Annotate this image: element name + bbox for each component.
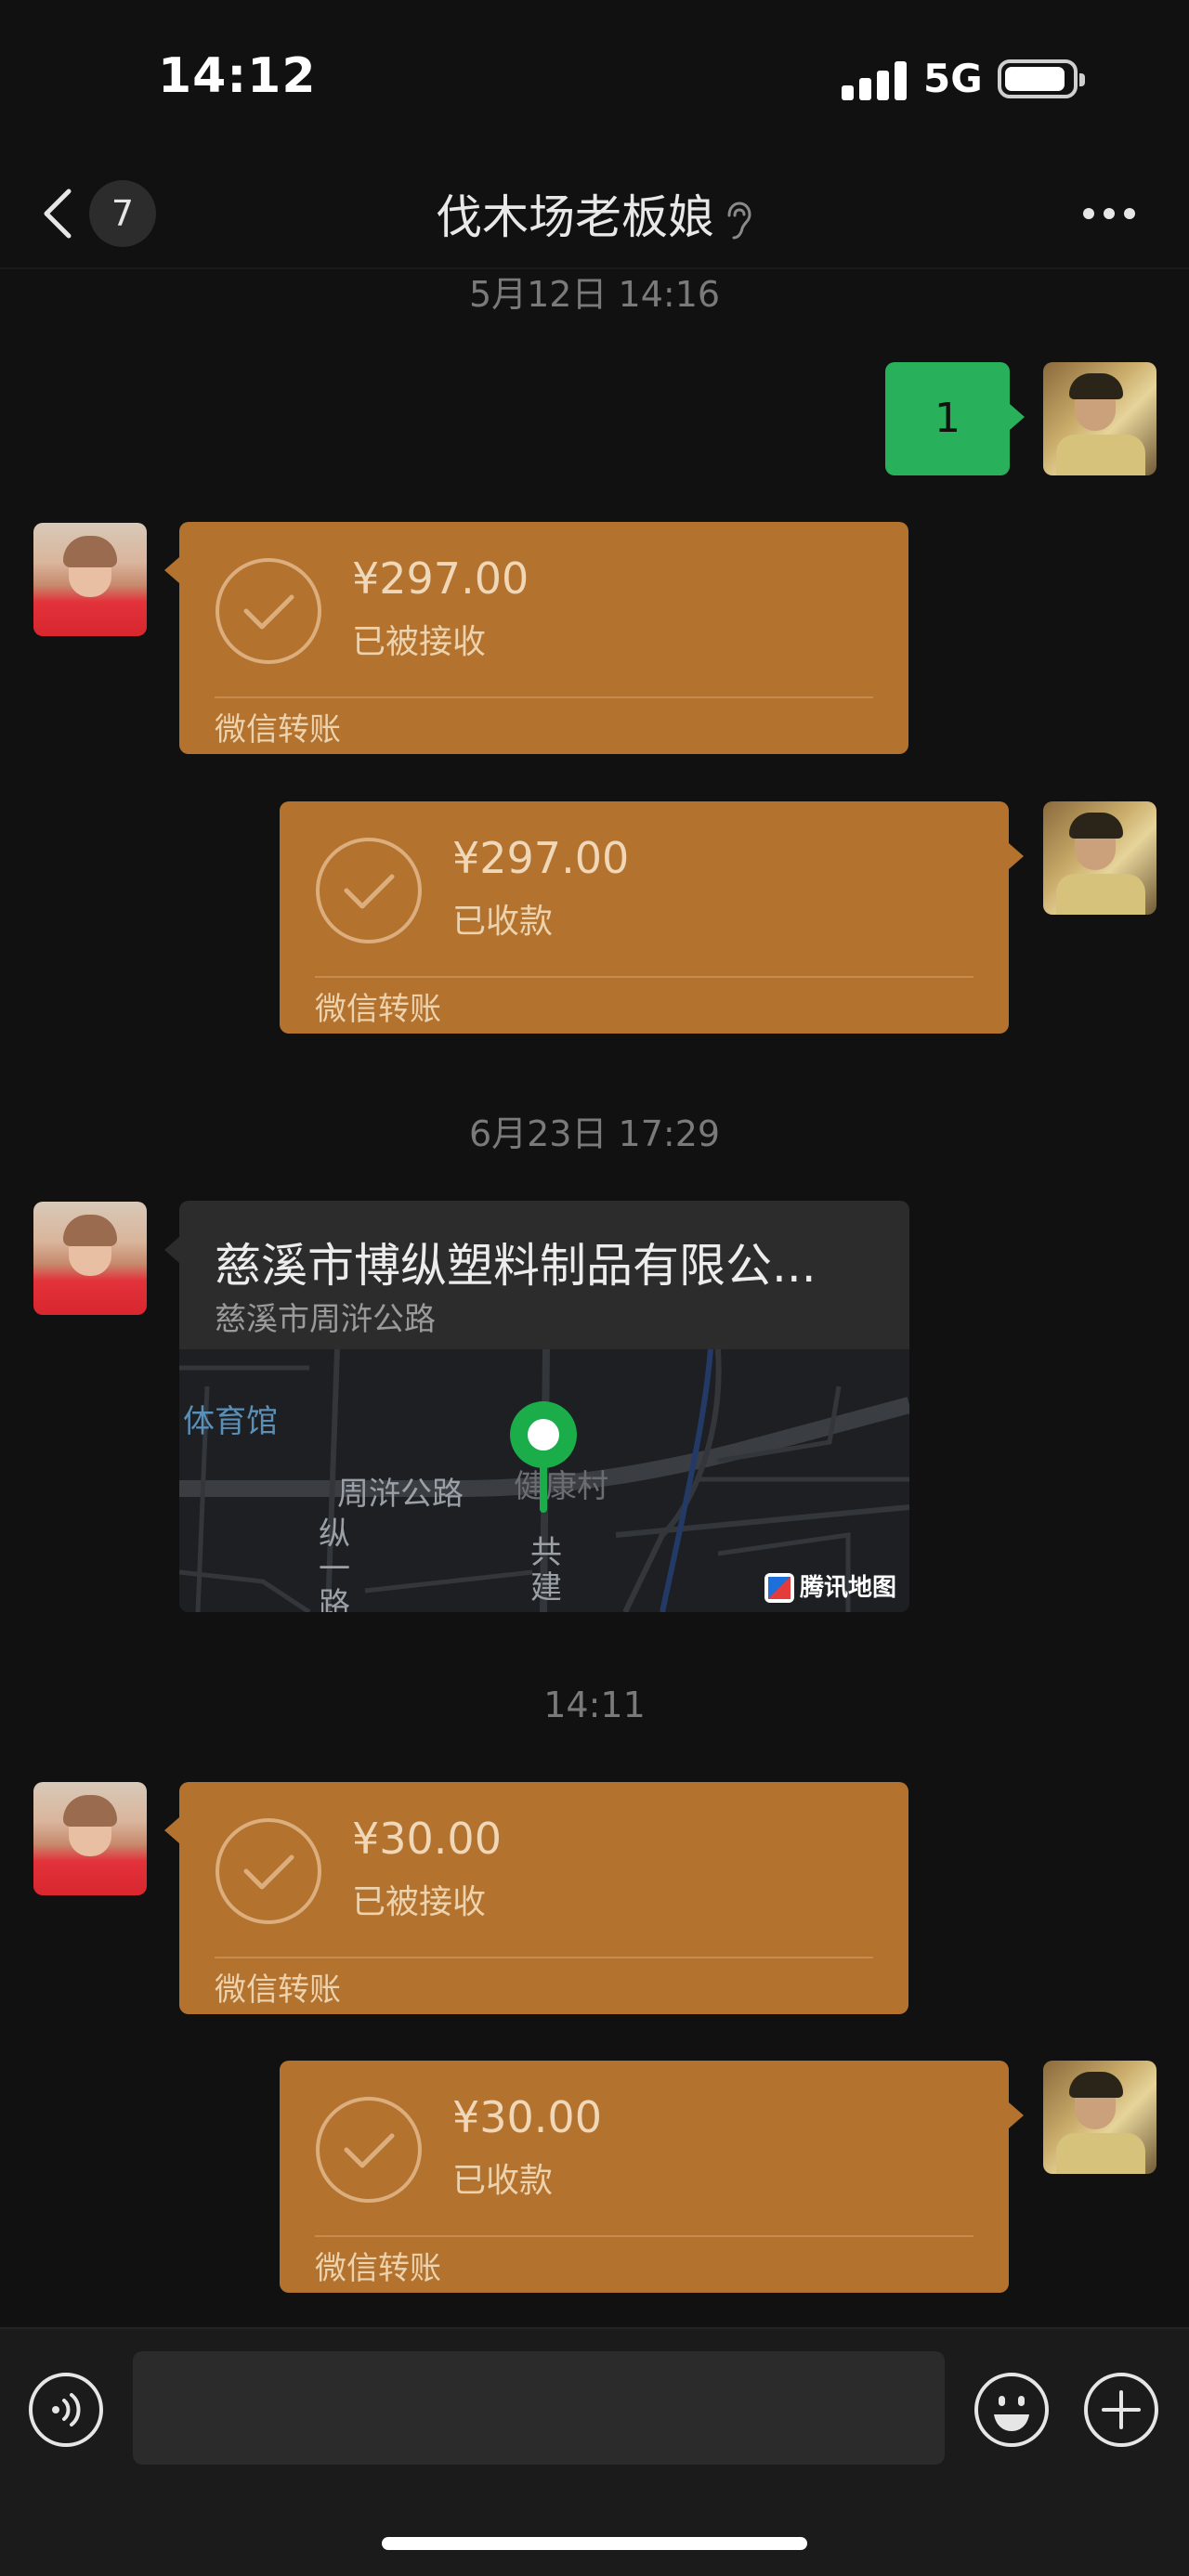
- network-label: 5G: [923, 56, 983, 101]
- location-card[interactable]: 慈溪市博纵塑料制品有限公... 慈溪市周浒公路 体育馆 周浒公路 健康村 纵一路…: [179, 1201, 909, 1612]
- transfer-status: 已被接收: [352, 623, 487, 661]
- transfer-card[interactable]: ¥30.00 已被接收 微信转账: [179, 1782, 908, 2014]
- chat-title-row: 伐木场老板娘: [0, 180, 1189, 247]
- tencent-map-icon: [764, 1573, 794, 1603]
- text-message-bubble[interactable]: 1: [885, 362, 1010, 475]
- location-title: 慈溪市博纵塑料制品有限公...: [215, 1239, 817, 1293]
- timestamp: 5月12日 14:16: [468, 274, 721, 315]
- transfer-amount: ¥297.00: [452, 833, 630, 883]
- check-circle-icon: [316, 838, 422, 943]
- map-provider-logo: 腾讯地图: [764, 1568, 896, 1603]
- transfer-status: 已收款: [452, 2162, 554, 2200]
- map-preview: 体育馆 周浒公路 健康村 纵一路 共建 腾讯地图: [179, 1349, 909, 1612]
- transfer-amount: ¥297.00: [352, 553, 529, 604]
- chat-title: 伐木场老板娘: [436, 190, 714, 244]
- avatar-contact[interactable]: [33, 523, 147, 636]
- status-time: 14:12: [158, 48, 317, 104]
- bubble-tail: [164, 1817, 179, 1843]
- nav-bar: 伐木场老板娘 7: [0, 158, 1189, 269]
- ear-icon: [727, 201, 751, 239]
- message-text: 1: [934, 395, 960, 442]
- location-subtitle: 慈溪市周浒公路: [215, 1301, 436, 1338]
- transfer-footer: 微信转账: [215, 1971, 341, 2009]
- bubble-tail: [164, 557, 179, 583]
- transfer-status: 已收款: [452, 903, 554, 941]
- avatar-contact[interactable]: [33, 1782, 147, 1895]
- timestamp: 6月23日 17:29: [468, 1113, 721, 1154]
- avatar-me[interactable]: [1043, 362, 1156, 475]
- transfer-card[interactable]: ¥297.00 已被接收 微信转账: [179, 522, 908, 754]
- message-input[interactable]: [133, 2351, 945, 2465]
- check-circle-icon: [316, 2097, 422, 2203]
- divider: [215, 1957, 873, 1958]
- map-label-road: 纵一路: [319, 1516, 350, 1612]
- chevron-left-icon: [44, 189, 72, 239]
- bubble-tail: [1009, 843, 1024, 869]
- more-button[interactable]: [1083, 204, 1139, 223]
- transfer-footer: 微信转账: [315, 991, 441, 1028]
- bubble-tail: [1009, 2102, 1024, 2128]
- unread-badge: 7: [89, 180, 156, 247]
- status-bar: 14:12 5G: [0, 0, 1189, 158]
- divider: [215, 696, 873, 698]
- bubble-tail: [1010, 404, 1025, 430]
- map-pin-icon: [510, 1401, 577, 1513]
- check-circle-icon: [216, 558, 321, 664]
- map-label-road: 周浒公路: [337, 1476, 464, 1513]
- home-indicator[interactable]: [382, 2537, 807, 2550]
- check-circle-icon: [216, 1818, 321, 1924]
- divider: [315, 976, 973, 978]
- map-label-road: 共建: [530, 1534, 562, 1607]
- map-provider-label: 腾讯地图: [799, 1573, 896, 1602]
- transfer-card[interactable]: ¥30.00 已收款 微信转账: [280, 2061, 1009, 2293]
- transfer-status: 已被接收: [352, 1883, 487, 1921]
- timestamp: 14:11: [543, 1685, 646, 1725]
- transfer-footer: 微信转账: [315, 2250, 441, 2287]
- emoji-icon[interactable]: [973, 2372, 1050, 2448]
- map-label-poi: 体育馆: [183, 1403, 278, 1440]
- signal-icon: [842, 59, 907, 100]
- avatar-me[interactable]: [1043, 801, 1156, 915]
- avatar-me[interactable]: [1043, 2061, 1156, 2174]
- voice-icon[interactable]: [28, 2372, 104, 2448]
- transfer-footer: 微信转账: [215, 711, 341, 748]
- transfer-amount: ¥30.00: [452, 2092, 602, 2142]
- transfer-amount: ¥30.00: [352, 1814, 502, 1864]
- bubble-tail: [164, 1237, 179, 1263]
- avatar-contact[interactable]: [33, 1202, 147, 1315]
- divider: [315, 2235, 973, 2237]
- transfer-card[interactable]: ¥297.00 已收款 微信转账: [280, 801, 1009, 1034]
- battery-icon: [998, 59, 1085, 98]
- back-button[interactable]: 7: [37, 178, 167, 249]
- plus-icon[interactable]: [1083, 2372, 1159, 2448]
